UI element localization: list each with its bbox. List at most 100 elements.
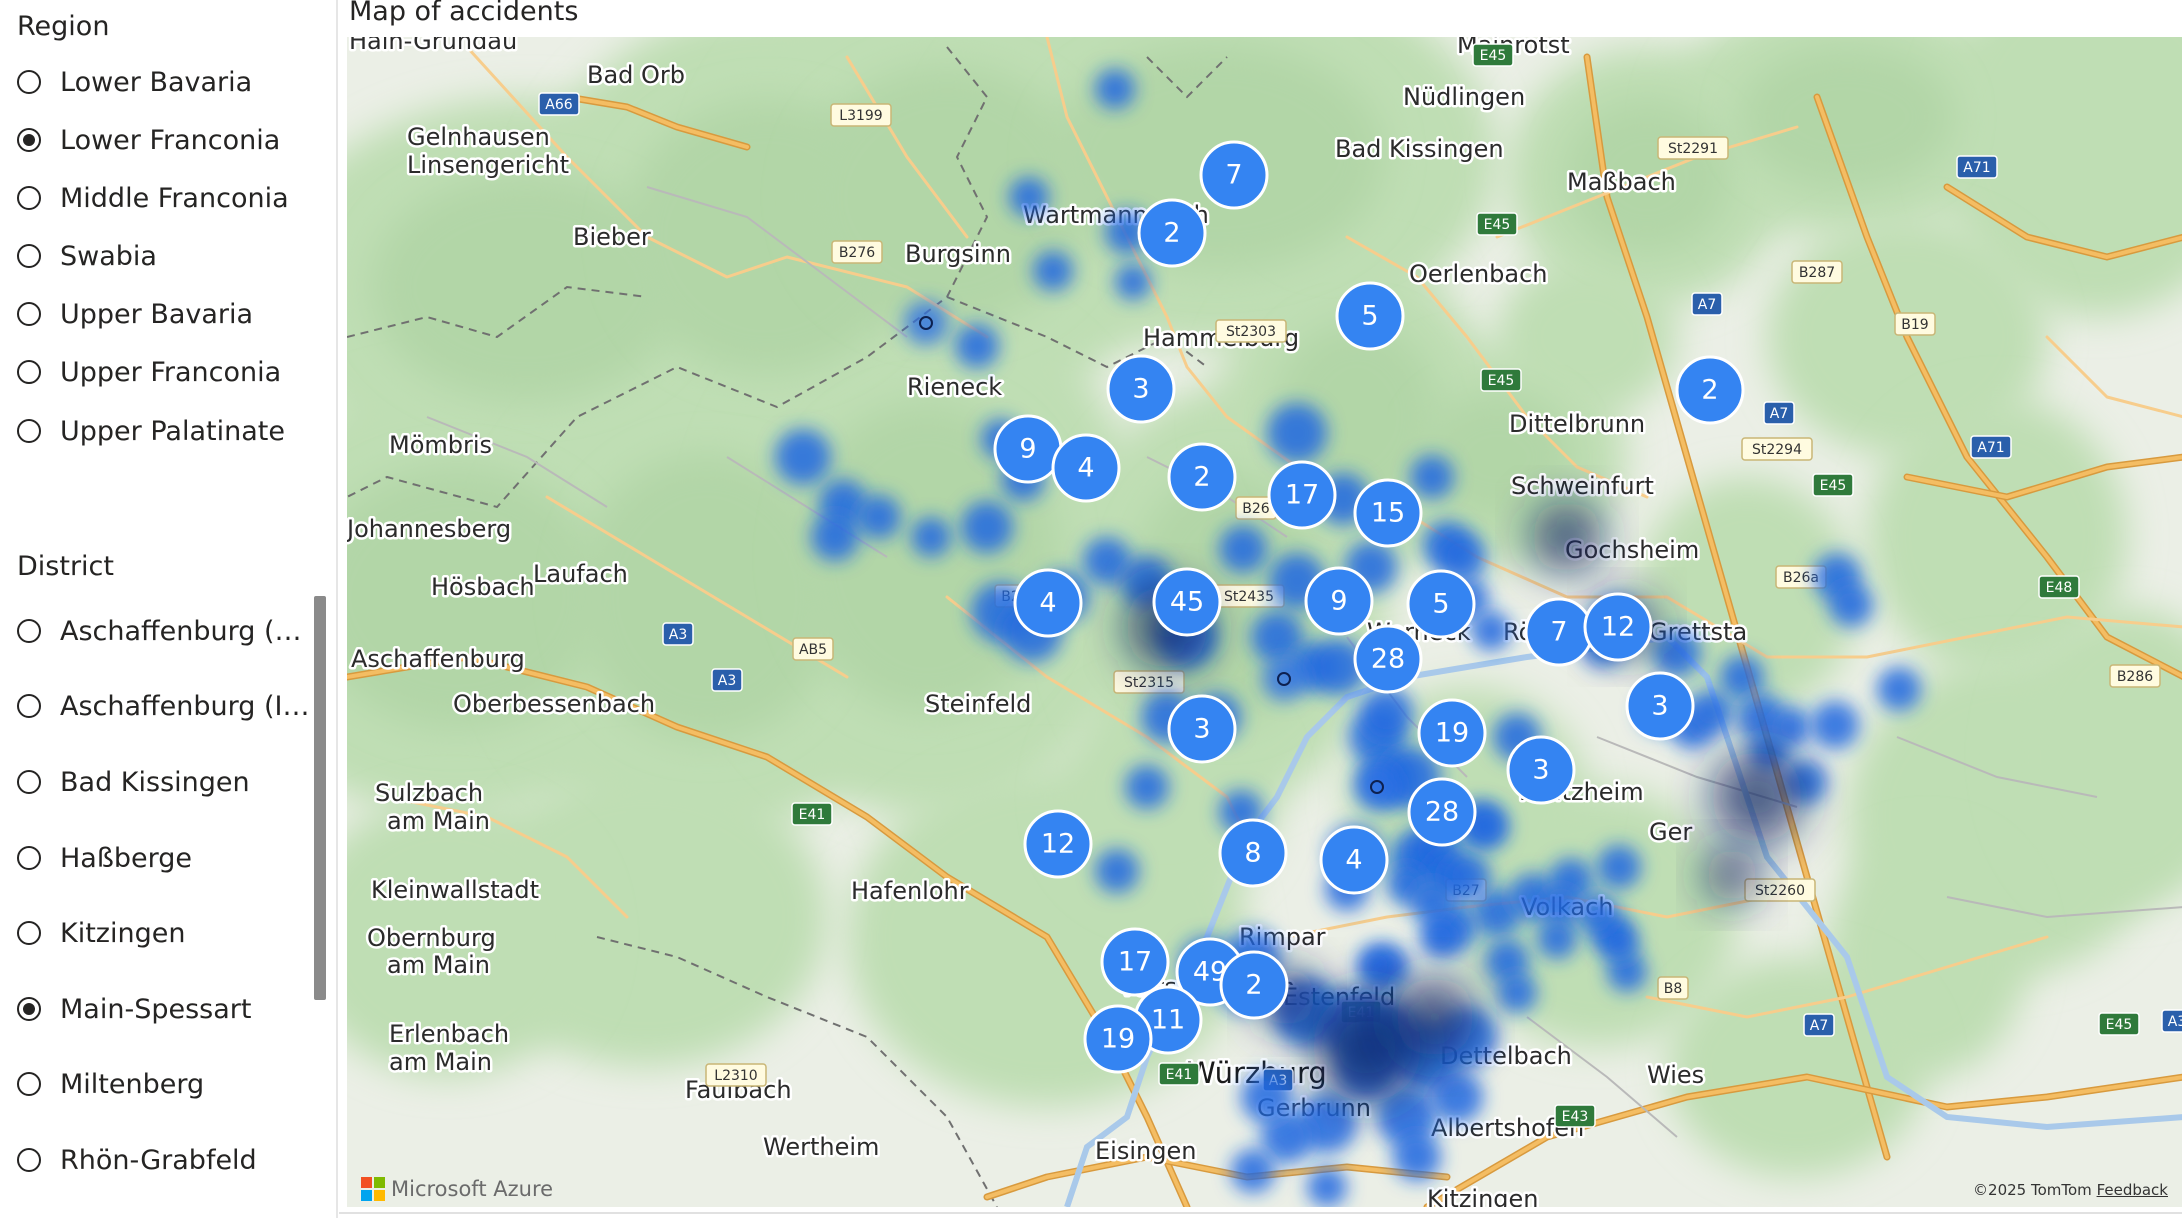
accident-cluster[interactable]: 3 [1167, 694, 1237, 764]
accident-cluster[interactable]: 3 [1506, 735, 1576, 805]
radio-unchecked-icon[interactable] [17, 619, 41, 643]
accident-cluster[interactable]: 28 [1353, 624, 1423, 694]
radio-unchecked-icon[interactable] [17, 1148, 41, 1172]
road-shield-label: E45 [1820, 478, 1847, 494]
district-option-label: Haßberge [60, 842, 192, 874]
accident-cluster[interactable]: 3 [1106, 354, 1176, 424]
district-option[interactable]: Rhön-Grabfeld [17, 1140, 257, 1180]
radio-unchecked-icon[interactable] [17, 302, 41, 326]
radio-checked-icon[interactable] [17, 128, 41, 152]
radio-unchecked-icon[interactable] [17, 186, 41, 210]
radio-unchecked-icon[interactable] [17, 921, 41, 945]
road-shield: E45 [1472, 43, 1514, 67]
heatmap-hotspot [1704, 847, 1760, 903]
region-option[interactable]: Upper Franconia [17, 352, 281, 392]
road-shield: A7 [1803, 1013, 1835, 1037]
district-option[interactable]: Haßberge [17, 838, 192, 878]
region-option[interactable]: Upper Palatinate [17, 411, 285, 451]
district-slicer-title: District [17, 551, 114, 582]
cluster-count: 3 [1532, 755, 1549, 786]
accident-cluster[interactable]: 7 [1524, 597, 1594, 667]
region-option[interactable]: Lower Bavaria [17, 62, 252, 102]
heatmap-hotspot [1531, 501, 1603, 573]
heatmap-point [1431, 1071, 1483, 1123]
panel-divider [336, 0, 338, 1218]
place-label: Eisingen [1095, 1137, 1196, 1165]
road-shield: E43 [1554, 1104, 1596, 1128]
district-option[interactable]: Aschaffenburg (In... [17, 686, 312, 726]
region-option[interactable]: Middle Franconia [17, 178, 289, 218]
cluster-count: 4 [1345, 845, 1362, 876]
region-option[interactable]: Swabia [17, 236, 157, 276]
road-shield-label: L3199 [839, 108, 882, 124]
radio-unchecked-icon[interactable] [17, 419, 41, 443]
accident-cluster[interactable]: 3 [1625, 671, 1695, 741]
road-shield: E45 [1480, 368, 1522, 392]
district-option[interactable]: Aschaffenburg (Di... [17, 611, 312, 651]
road-shield: A71 [1970, 435, 2012, 459]
accident-cluster[interactable]: 2 [1167, 442, 1237, 512]
radio-checked-icon[interactable] [17, 997, 41, 1021]
accident-cluster[interactable]: 7 [1199, 140, 1269, 210]
accident-cluster[interactable]: 9 [1304, 566, 1374, 636]
cluster-count: 5 [1361, 301, 1378, 332]
road-shield: A3 [662, 622, 694, 646]
accident-cluster[interactable]: 4 [1051, 433, 1121, 503]
heatmap-point [1307, 1167, 1347, 1207]
road-shield-label: B276 [839, 245, 875, 261]
road-shield-label: E41 [1166, 1067, 1193, 1083]
accident-cluster[interactable]: 5 [1406, 569, 1476, 639]
district-option[interactable]: Main-Spessart [17, 989, 251, 1029]
place-label: Schweinfurt [1511, 472, 1654, 500]
place-label: am Main [387, 807, 490, 835]
district-option[interactable]: Miltenberg [17, 1064, 204, 1104]
radio-unchecked-icon[interactable] [17, 770, 41, 794]
road-shield: L3199 [830, 103, 892, 127]
district-scrollbar[interactable] [314, 596, 326, 1000]
feedback-link[interactable]: Feedback [2097, 1181, 2168, 1199]
place-label: Burgsinn [905, 240, 1011, 268]
radio-unchecked-icon[interactable] [17, 70, 41, 94]
accident-cluster[interactable]: 2 [1675, 355, 1745, 425]
radio-unchecked-icon[interactable] [17, 694, 41, 718]
district-option[interactable]: Kitzingen [17, 913, 185, 953]
accident-cluster[interactable]: 9 [993, 414, 1063, 484]
accident-cluster[interactable]: 12 [1583, 592, 1653, 662]
radio-unchecked-icon[interactable] [17, 846, 41, 870]
district-option-label: Bad Kissingen [60, 766, 250, 798]
cluster-count: 5 [1432, 589, 1449, 620]
district-option[interactable]: Bad Kissingen [17, 762, 250, 802]
accident-cluster[interactable]: 12 [1023, 809, 1093, 879]
place-label: Hösbach [431, 573, 535, 601]
radio-unchecked-icon[interactable] [17, 244, 41, 268]
region-option[interactable]: Lower Franconia [17, 120, 280, 160]
road-shield: AB5 [792, 637, 834, 661]
accident-cluster[interactable]: 4 [1013, 568, 1083, 638]
heatmap-point [911, 517, 951, 557]
accident-cluster[interactable]: 15 [1353, 478, 1423, 548]
cluster-count: 2 [1193, 462, 1210, 493]
road-shield: St2294 [1741, 437, 1813, 461]
heatmap-point [857, 495, 901, 539]
heatmap-point [1410, 455, 1454, 499]
accident-cluster[interactable]: 45 [1152, 567, 1222, 637]
region-option[interactable]: Upper Bavaria [17, 294, 253, 334]
accident-cluster[interactable]: 5 [1335, 281, 1405, 351]
accident-cluster[interactable]: 8 [1218, 818, 1288, 888]
region-option-label: Swabia [60, 240, 157, 272]
accident-cluster[interactable]: 19 [1417, 698, 1487, 768]
road-shield: E41 [791, 802, 833, 826]
accident-cluster[interactable]: 2 [1219, 950, 1289, 1020]
accident-cluster[interactable]: 28 [1407, 777, 1477, 847]
accident-cluster[interactable]: 4 [1319, 825, 1389, 895]
accident-cluster[interactable]: 17 [1267, 460, 1337, 530]
map-canvas[interactable]: Hain-Grundau Bad Orb Gelnhausen Linsengeric… [347, 37, 2182, 1207]
accident-cluster[interactable]: 17 [1100, 927, 1170, 997]
cluster-count: 3 [1193, 714, 1210, 745]
road-shield: A3 [2161, 1009, 2182, 1033]
radio-unchecked-icon[interactable] [17, 1072, 41, 1096]
place-label: Wies [1647, 1061, 1704, 1089]
accident-cluster[interactable]: 19 [1083, 1004, 1153, 1074]
accident-cluster[interactable]: 2 [1137, 198, 1207, 268]
radio-unchecked-icon[interactable] [17, 360, 41, 384]
